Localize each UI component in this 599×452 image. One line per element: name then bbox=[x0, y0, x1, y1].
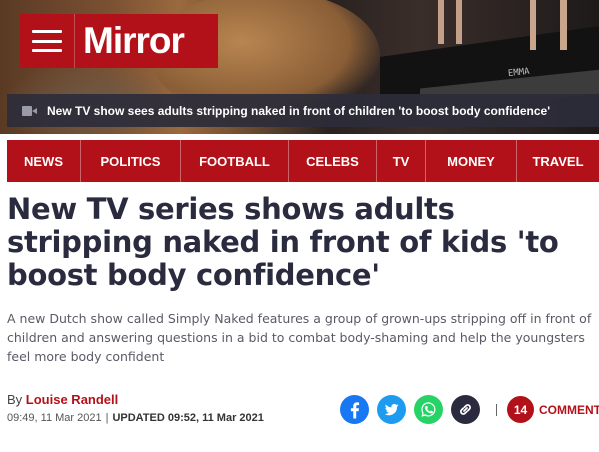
updated-date: UPDATED 09:52, 11 Mar 2021 bbox=[112, 412, 264, 424]
whatsapp-share-button[interactable] bbox=[414, 395, 443, 424]
video-frame-legs bbox=[520, 0, 590, 50]
comments-count-badge: 14 bbox=[507, 396, 534, 423]
video-caption-text[interactable]: New TV show sees adults stripping naked … bbox=[47, 104, 550, 118]
byline-prefix: By bbox=[7, 392, 23, 407]
main-nav: NEWS POLITICS FOOTBALL CELEBS TV MONEY T… bbox=[7, 140, 599, 182]
share-bar: 14 COMMENTS bbox=[340, 395, 599, 424]
video-camera-icon bbox=[22, 105, 38, 116]
nav-item-news[interactable]: NEWS bbox=[7, 140, 81, 182]
facebook-share-button[interactable] bbox=[340, 395, 369, 424]
nav-item-politics[interactable]: POLITICS bbox=[81, 140, 181, 182]
nav-item-tv[interactable]: TV bbox=[377, 140, 426, 182]
article-standfirst: A new Dutch show called Simply Naked fea… bbox=[7, 311, 592, 364]
nav-item-celebs[interactable]: CELEBS bbox=[289, 140, 377, 182]
whatsapp-icon bbox=[421, 402, 436, 417]
twitter-share-button[interactable] bbox=[377, 395, 406, 424]
comments-label: COMMENTS bbox=[539, 402, 599, 417]
author-link[interactable]: Louise Randell bbox=[26, 392, 118, 407]
article-headline: New TV series shows adults stripping nak… bbox=[7, 192, 559, 292]
site-logo[interactable]: Mirror bbox=[83, 20, 185, 62]
logo-divider bbox=[74, 14, 75, 68]
site-header: Mirror bbox=[20, 14, 218, 68]
date-separator: | bbox=[105, 412, 109, 424]
video-frame-legs-left bbox=[438, 0, 468, 44]
copy-link-button[interactable] bbox=[451, 395, 480, 424]
nav-item-travel[interactable]: TRAVEL bbox=[517, 140, 599, 182]
facebook-icon bbox=[350, 402, 360, 419]
nav-item-money[interactable]: MONEY bbox=[426, 140, 517, 182]
video-player[interactable]: EMMA Mirror New TV show sees adults stri… bbox=[0, 0, 599, 134]
byline: By Louise Randell bbox=[7, 392, 118, 407]
twitter-icon bbox=[384, 403, 399, 416]
article-dates: 09:49, 11 Mar 2021 | UPDATED 09:52, 11 Mar… bbox=[7, 412, 264, 424]
link-icon bbox=[460, 404, 471, 415]
comments-button[interactable]: 14 COMMENTS bbox=[507, 396, 599, 423]
published-date: 09:49, 11 Mar 2021 bbox=[7, 412, 102, 424]
nav-item-football[interactable]: FOOTBALL bbox=[181, 140, 289, 182]
video-caption-bar[interactable]: New TV show sees adults stripping naked … bbox=[7, 94, 599, 127]
share-separator bbox=[496, 403, 497, 416]
hamburger-menu-icon[interactable] bbox=[32, 30, 62, 52]
